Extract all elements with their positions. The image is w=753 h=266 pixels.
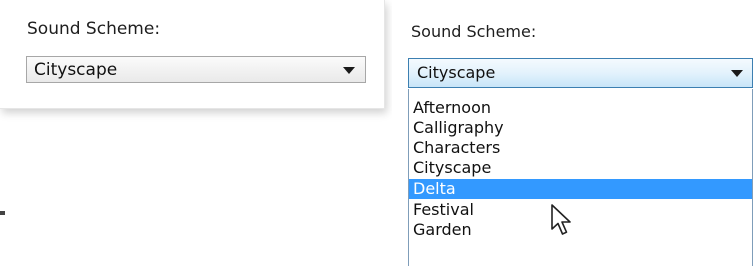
sound-scheme-label: Sound Scheme: [411,22,537,41]
option-cityscape[interactable]: Cityscape [409,158,752,178]
option-festival[interactable]: Festival [409,200,752,220]
option-calligraphy[interactable]: Calligraphy [409,118,752,138]
sound-scheme-select[interactable]: Cityscape [26,56,366,83]
option-characters[interactable]: Characters [409,138,752,158]
option-delta[interactable]: Delta [409,179,752,199]
chevron-down-icon[interactable] [731,70,743,77]
selected-value: Cityscape [34,60,118,80]
option-afternoon[interactable]: Afternoon [409,98,752,118]
sound-scheme-label: Sound Scheme: [27,19,161,39]
selected-value: Cityscape [417,63,496,82]
sound-scheme-panel-closed: Sound Scheme: Cityscape [0,0,385,109]
chevron-down-icon[interactable] [343,67,355,74]
sound-scheme-select-open[interactable]: Cityscape [408,58,753,88]
sound-scheme-options: Afternoon Calligraphy Characters Citysca… [408,89,753,266]
mouse-pointer-icon [551,204,571,235]
option-garden[interactable]: Garden [409,220,752,240]
divider-mark [0,211,5,215]
